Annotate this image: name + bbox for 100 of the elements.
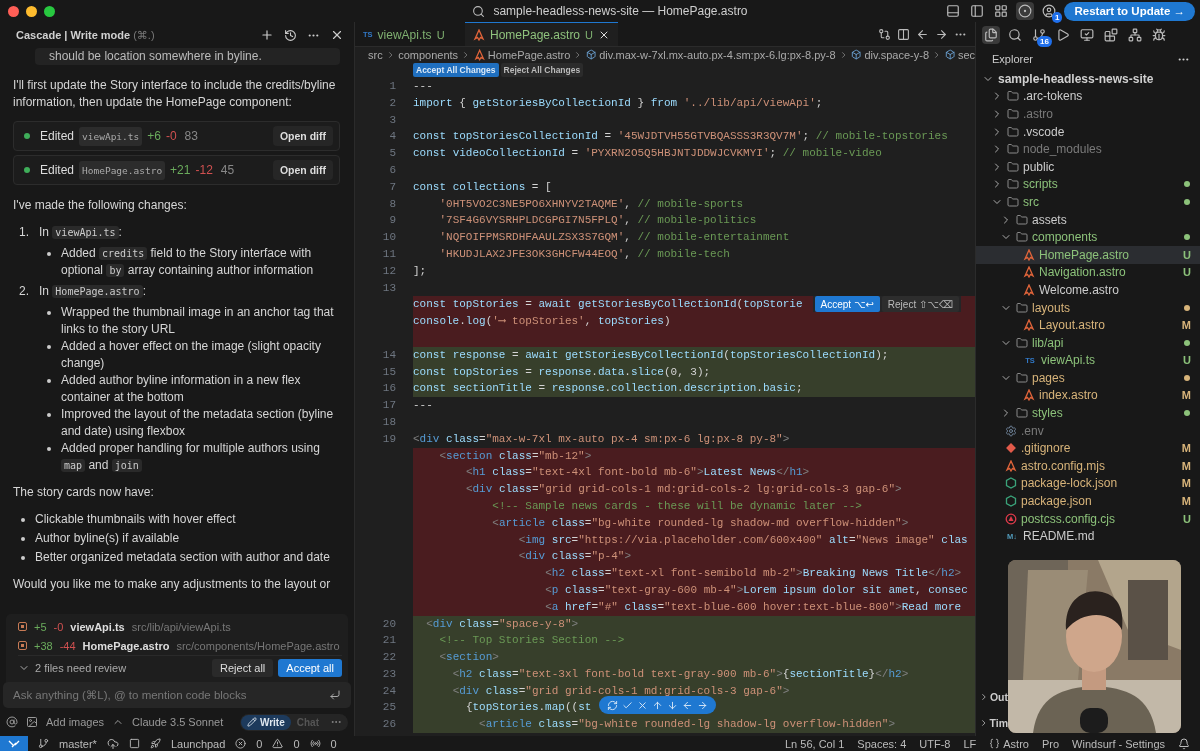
astro-file-icon [1023, 266, 1035, 279]
open-diff-button[interactable]: Open diff [272, 126, 333, 146]
debug-icon[interactable] [1150, 26, 1168, 44]
file-tree-item[interactable]: .arc-tokens [976, 87, 1200, 106]
file-tree-item[interactable]: public [976, 157, 1200, 176]
status-dot [24, 167, 30, 173]
zoom-button[interactable] [44, 5, 55, 17]
remote-button[interactable] [0, 736, 28, 751]
accept-button[interactable]: Accept ⌥↩ [814, 296, 880, 313]
arrow-left-icon[interactable] [916, 27, 929, 41]
plus-icon[interactable] [260, 28, 274, 42]
section-header[interactable]: Out [989, 691, 1008, 703]
status-item[interactable]: Spaces: 4 [857, 737, 907, 750]
status-item[interactable]: LF [963, 737, 977, 750]
breadcrumb[interactable]: src [368, 48, 383, 61]
status-item[interactable]: Windsurf - Settings [1072, 737, 1165, 750]
open-diff-button[interactable]: Open diff [272, 160, 333, 180]
reject-all-button[interactable]: Reject all [212, 658, 274, 677]
breadcrumb[interactable]: div.space-y-8 [864, 48, 930, 61]
status-item[interactable]: Astro [1003, 737, 1029, 750]
file-tree-item[interactable]: astro.config.mjs M [976, 457, 1200, 475]
breadcrumb[interactable]: components [398, 48, 459, 61]
ports-count[interactable]: 0 [330, 737, 337, 750]
status-item[interactable]: Pro [1041, 737, 1060, 750]
sync-icon[interactable] [106, 737, 119, 750]
branch-indicator[interactable]: master* [59, 737, 97, 750]
minimize-button[interactable] [26, 5, 37, 17]
file-tree-item[interactable]: package-lock.json M [976, 474, 1200, 493]
accept-all-changes-button[interactable]: Accept All Changes [413, 63, 499, 77]
file-tree-item[interactable]: Welcome.astro [976, 281, 1200, 299]
search-icon[interactable] [1006, 26, 1024, 44]
restart-to-update-button[interactable]: Restart to Update → [1064, 1, 1195, 21]
file-tree-item[interactable]: .vscode [976, 122, 1200, 141]
file-name[interactable]: HomePage.astro [82, 639, 170, 652]
remote-explorer-icon[interactable] [1078, 26, 1096, 44]
file-tree-item[interactable]: sample-headless-news-site [976, 70, 1200, 88]
quoted-message: should be location somewhere in byline. [35, 48, 340, 65]
launchpad-button[interactable]: Launchpad [170, 737, 226, 750]
check-icon[interactable] [622, 699, 633, 711]
file-name[interactable]: viewApi.ts [70, 620, 125, 633]
file-tree-item[interactable]: Navigation.astro U [976, 263, 1200, 282]
code-line: <article class="bg-white rounded-lg shadow-md overflow-hidden"> [491, 516, 909, 529]
code-line: <div class="max-w-7xl mx-auto px-4 sm:px-6 lg:px-8 py-8"> [413, 432, 790, 445]
file-tree-item[interactable]: index.astro M [976, 386, 1200, 405]
close-icon[interactable] [330, 28, 344, 42]
line-number: 25 [382, 701, 396, 714]
list-item-text: In viewApi.ts : [39, 224, 122, 241]
file-tree-item[interactable]: components [976, 228, 1200, 246]
file-tree-item[interactable]: layouts [976, 298, 1200, 317]
file-tree-item[interactable]: Layout.astro M [976, 316, 1200, 334]
line-number: 3 [389, 113, 396, 126]
arrow-up-icon[interactable] [652, 699, 663, 711]
file-tree-item[interactable]: lib/api [976, 333, 1200, 352]
arrow-down-icon[interactable] [667, 699, 678, 711]
file-tree-item[interactable]: assets [976, 210, 1200, 229]
status-item[interactable]: UTF-8 [919, 737, 951, 750]
explorer-icon[interactable] [982, 26, 1000, 44]
file-tree-item[interactable]: postcss.config.cjs U [976, 509, 1200, 528]
file-tree-item[interactable]: .astro [976, 105, 1200, 123]
file-tree-item[interactable]: styles [976, 404, 1200, 422]
file-tree-item[interactable]: src [976, 193, 1200, 211]
bell-icon[interactable] [1178, 737, 1190, 750]
file-tree-item[interactable]: scripts [976, 175, 1200, 194]
extensions-icon[interactable] [1102, 26, 1120, 44]
bullet [21, 518, 25, 522]
rocket-icon [149, 738, 161, 749]
warning-count[interactable]: 0 [293, 737, 300, 750]
line-number: 8 [389, 197, 396, 210]
status-item[interactable]: Ln 56, Col 1 [785, 737, 845, 750]
line-number: 26 [382, 718, 396, 731]
arrow-right-icon[interactable] [935, 27, 948, 41]
history-icon[interactable] [284, 28, 297, 42]
file-tree-item[interactable]: node_modules [976, 140, 1200, 158]
breadcrumb[interactable]: sec [957, 48, 975, 61]
model-selector[interactable]: Claude 3.5 Sonnet [132, 716, 224, 728]
section-header[interactable]: Tim [989, 717, 1008, 729]
compare-icon[interactable] [878, 27, 891, 41]
error-count[interactable]: 0 [256, 737, 263, 750]
mention-icon[interactable] [6, 716, 18, 728]
file-tree-item[interactable]: pages [976, 369, 1200, 387]
file-icon [18, 641, 27, 650]
reject-all-changes-button[interactable]: Reject All Changes [500, 63, 584, 77]
refresh-icon[interactable] [607, 699, 618, 711]
file-tree-item[interactable]: .env [976, 421, 1200, 440]
close-button[interactable] [8, 5, 19, 17]
breadcrumb[interactable]: HomePage.astro [487, 48, 571, 61]
code-line: const sectionTitle = response.collection.description.basic; [413, 382, 803, 395]
file-tree-item[interactable]: package.json M [976, 492, 1200, 510]
warning-icon [272, 738, 284, 749]
split-editor-icon[interactable] [897, 27, 910, 41]
add-images-button[interactable]: Add images [46, 716, 105, 728]
editor-tab[interactable]: HomePage.astro U [465, 22, 618, 46]
file-tree-item[interactable]: HomePage.astro U [976, 245, 1200, 264]
file-tree-item[interactable]: .gitignore M [976, 439, 1200, 458]
breadcrumb[interactable]: div.max-w-7xl.mx-auto.px-4.sm:px-6.lg:px-8.py-8 [599, 48, 836, 61]
reject-button[interactable]: Reject ⇧⌥⌫ [881, 296, 959, 313]
code-line: console.log('⟶ topStories', topStories) [413, 315, 671, 328]
accept-all-button[interactable]: Accept all [278, 658, 342, 677]
mode-tab[interactable]: Write [240, 714, 291, 730]
chat-input[interactable]: Ask anything (⌘L), @ to mention code blocks [3, 682, 351, 708]
